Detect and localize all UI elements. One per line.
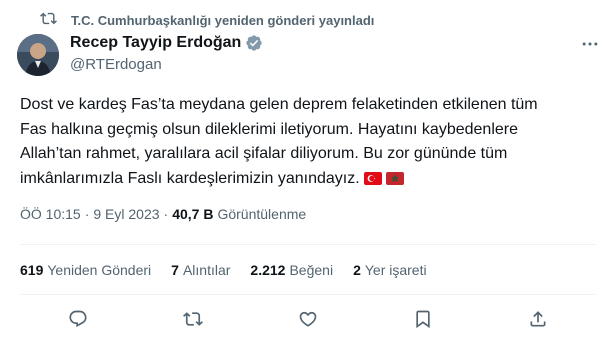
meta-separator: · xyxy=(163,206,169,222)
author-handle[interactable]: @RTErdogan xyxy=(70,56,162,73)
repost-header[interactable]: T.C. Cumhurbaşkanlığı yeniden gönderi ya… xyxy=(40,10,374,30)
reposts-label: Yeniden Gönderi xyxy=(47,262,152,278)
share-button[interactable] xyxy=(521,306,555,336)
meta-separator: · xyxy=(84,206,90,222)
like-button[interactable] xyxy=(291,306,325,336)
bookmark-button[interactable] xyxy=(406,306,440,336)
repost-button[interactable] xyxy=(176,306,210,336)
author-name[interactable]: Recep Tayyip Erdoğan xyxy=(70,34,241,52)
more-options-button[interactable] xyxy=(578,36,602,56)
repost-icon xyxy=(182,309,203,334)
repost-icon xyxy=(40,10,57,30)
tweet-text: Dost ve kardeş Fas’ta meydana gelen depr… xyxy=(20,93,610,191)
likes-label: Beğeni xyxy=(289,262,334,278)
tweet-meta: ÖÖ 10:15 · 9 Eyl 2023 · 40,7 B Görüntüle… xyxy=(20,206,306,222)
tweet-line: Fas halkına geçmiş olsun dileklerimi ile… xyxy=(20,120,518,138)
bookmark-icon xyxy=(413,309,433,334)
divider xyxy=(20,294,596,295)
tweet-date[interactable]: 9 Eyl 2023 xyxy=(93,206,159,222)
quotes-stat[interactable]: 7 Alıntılar xyxy=(171,262,230,278)
action-bar xyxy=(20,306,596,336)
bookmarks-stat[interactable]: 2 Yer işareti xyxy=(353,262,427,278)
turkey-flag-icon xyxy=(363,171,382,185)
quotes-label: Alıntılar xyxy=(182,262,231,278)
tweet-line: imkânlarımızla Faslı kardeşlerimizin yan… xyxy=(20,169,360,187)
bookmarks-count: 2 xyxy=(353,262,361,278)
tweet-line: Dost ve kardeş Fas’ta meydana gelen depr… xyxy=(20,96,538,113)
tweet-line-last: imkânlarımızla Faslı kardeşlerimizin yan… xyxy=(20,167,610,192)
likes-count: 2.212 xyxy=(250,262,286,278)
views-count: 40,7 B xyxy=(172,206,214,222)
morocco-flag-icon xyxy=(385,171,404,185)
quotes-count: 7 xyxy=(171,262,179,278)
likes-stat[interactable]: 2.212 Beğeni xyxy=(250,262,333,278)
author-name-row[interactable]: Recep Tayyip Erdoğan xyxy=(70,34,263,52)
tweet-line: Allah’tan rahmet, yaralılara acil şifala… xyxy=(20,145,508,162)
verified-badge-icon xyxy=(245,34,263,52)
views-label: Görüntülenme xyxy=(217,206,307,222)
reposts-count: 619 xyxy=(20,262,44,278)
share-icon xyxy=(528,309,548,334)
avatar[interactable] xyxy=(17,34,59,76)
engagement-stats: 619 Yeniden Gönderi 7 Alıntılar 2.212 Beğen… xyxy=(20,262,427,278)
repost-label: T.C. Cumhurbaşkanlığı yeniden gönderi ya… xyxy=(71,12,375,28)
reply-button[interactable] xyxy=(61,306,95,336)
reposts-stat[interactable]: 619 Yeniden Gönderi xyxy=(20,262,151,278)
bookmarks-label: Yer işareti xyxy=(364,262,427,278)
reply-icon xyxy=(68,309,88,334)
divider xyxy=(20,244,596,245)
like-icon xyxy=(298,309,318,334)
more-icon xyxy=(580,34,600,59)
tweet-time[interactable]: ÖÖ 10:15 xyxy=(20,206,81,222)
